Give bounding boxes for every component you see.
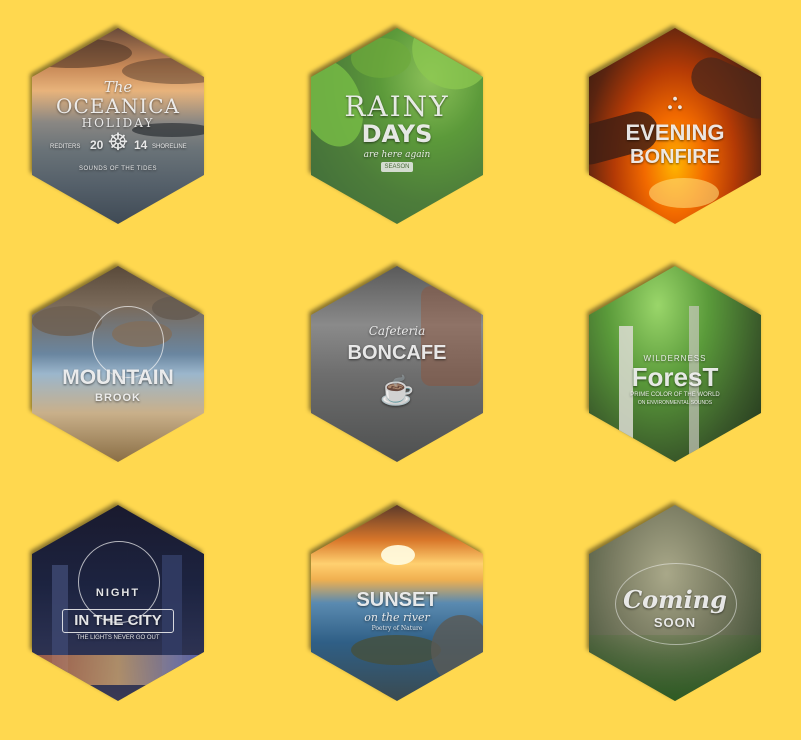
city-tagline: THE LIGHTS NEVER GO OUT xyxy=(76,635,160,641)
tile-rainy-days[interactable]: RAINY DAYS are here again SEASON xyxy=(311,28,483,224)
tile-image-city: NIGHT IN THE CITY THE LIGHTS NEVER GO OU… xyxy=(32,505,204,701)
city-title: IN THE CITY xyxy=(74,612,162,629)
tile-grid: The OCEANICA HOLIDAY REDITERS 20 ☸ 14 SH… xyxy=(0,0,801,740)
tile-image-soon: Coming SOON xyxy=(589,505,761,701)
coffee-cup-icon: ☕ xyxy=(379,375,415,406)
tile-oceanica-holiday[interactable]: The OCEANICA HOLIDAY REDITERS 20 ☸ 14 SH… xyxy=(32,28,204,224)
rainy-badge: SEASON xyxy=(381,162,413,172)
sunset-script: on the river xyxy=(364,611,430,624)
tile-wilderness-forest[interactable]: WILDERNESS ForesT PRIME COLOR OF THE WOR… xyxy=(589,266,761,462)
tile-image-cafe: Cafeteria BONCAFE ☕ xyxy=(311,266,483,462)
tile-coming-soon[interactable]: Coming SOON xyxy=(589,505,761,701)
oceanica-tagline: SOUNDS OF THE TIDES xyxy=(79,166,157,172)
oceanica-year-left: 20 xyxy=(90,138,104,152)
sun-shape xyxy=(381,545,415,565)
oceanica-right-tag: SHORELINE xyxy=(152,144,187,150)
ship-wheel-icon: ☸ xyxy=(107,129,129,156)
stone-shape xyxy=(152,296,202,320)
rainy-script: are here again xyxy=(363,150,431,160)
tile-image-sunset: SUNSET on the river Poetry of Nature xyxy=(311,505,483,701)
cauldron-icon: ⛬ xyxy=(667,89,683,114)
brook-subtitle: BROOK xyxy=(95,392,141,404)
brook-title: MOUNTAIN xyxy=(62,366,174,389)
oceanica-title: OCEANICA xyxy=(56,94,180,118)
tile-night-city[interactable]: NIGHT IN THE CITY THE LIGHTS NEVER GO OU… xyxy=(32,505,204,701)
soon-script: Coming xyxy=(623,585,727,614)
city-top: NIGHT xyxy=(95,587,141,599)
bonfire-subtitle: BONFIRE xyxy=(630,146,720,168)
rainy-title: RAINY xyxy=(344,90,450,123)
soon-title: SOON xyxy=(653,615,697,630)
stone-shape xyxy=(32,306,102,336)
cloud-shape xyxy=(32,38,132,68)
tile-sunset-river[interactable]: SUNSET on the river Poetry of Nature xyxy=(311,505,483,701)
log-shape xyxy=(684,50,761,126)
forest-tagline: PRIME COLOR OF THE WORLD xyxy=(630,392,720,398)
tile-boncafe[interactable]: Cafeteria BONCAFE ☕ xyxy=(311,266,483,462)
oceanica-year-right: 14 xyxy=(134,138,148,152)
tile-image-oceanica: The OCEANICA HOLIDAY REDITERS 20 ☸ 14 SH… xyxy=(32,28,204,224)
cafe-script: Cafeteria xyxy=(368,324,426,338)
tile-image-brook: MOUNTAIN BROOK xyxy=(32,266,204,462)
forest-small: ON ENVIRONMENTAL SOUNDS xyxy=(637,400,713,406)
street-lights-shape xyxy=(32,655,204,685)
bonfire-title: EVENING xyxy=(625,120,725,145)
tile-evening-bonfire[interactable]: ⛬ EVENING BONFIRE xyxy=(589,28,761,224)
oceanica-left-tag: REDITERS xyxy=(50,144,81,150)
flame-shape xyxy=(649,178,719,208)
oceanica-subtitle: HOLIDAY xyxy=(81,116,155,130)
tile-image-forest: WILDERNESS ForesT PRIME COLOR OF THE WOR… xyxy=(589,266,761,462)
forest-title: ForesT xyxy=(631,362,719,392)
tile-image-rainy: RAINY DAYS are here again SEASON xyxy=(311,28,483,224)
rainy-subtitle: DAYS xyxy=(361,120,433,148)
leaf-shape xyxy=(351,38,411,78)
sunset-title: SUNSET xyxy=(356,589,438,611)
tile-mountain-brook[interactable]: MOUNTAIN BROOK xyxy=(32,266,204,462)
rock-shape xyxy=(351,635,441,665)
tile-image-bonfire: ⛬ EVENING BONFIRE xyxy=(589,28,761,224)
cafe-title: BONCAFE xyxy=(347,342,447,364)
sunset-tagline: Poetry of Nature xyxy=(371,625,423,632)
